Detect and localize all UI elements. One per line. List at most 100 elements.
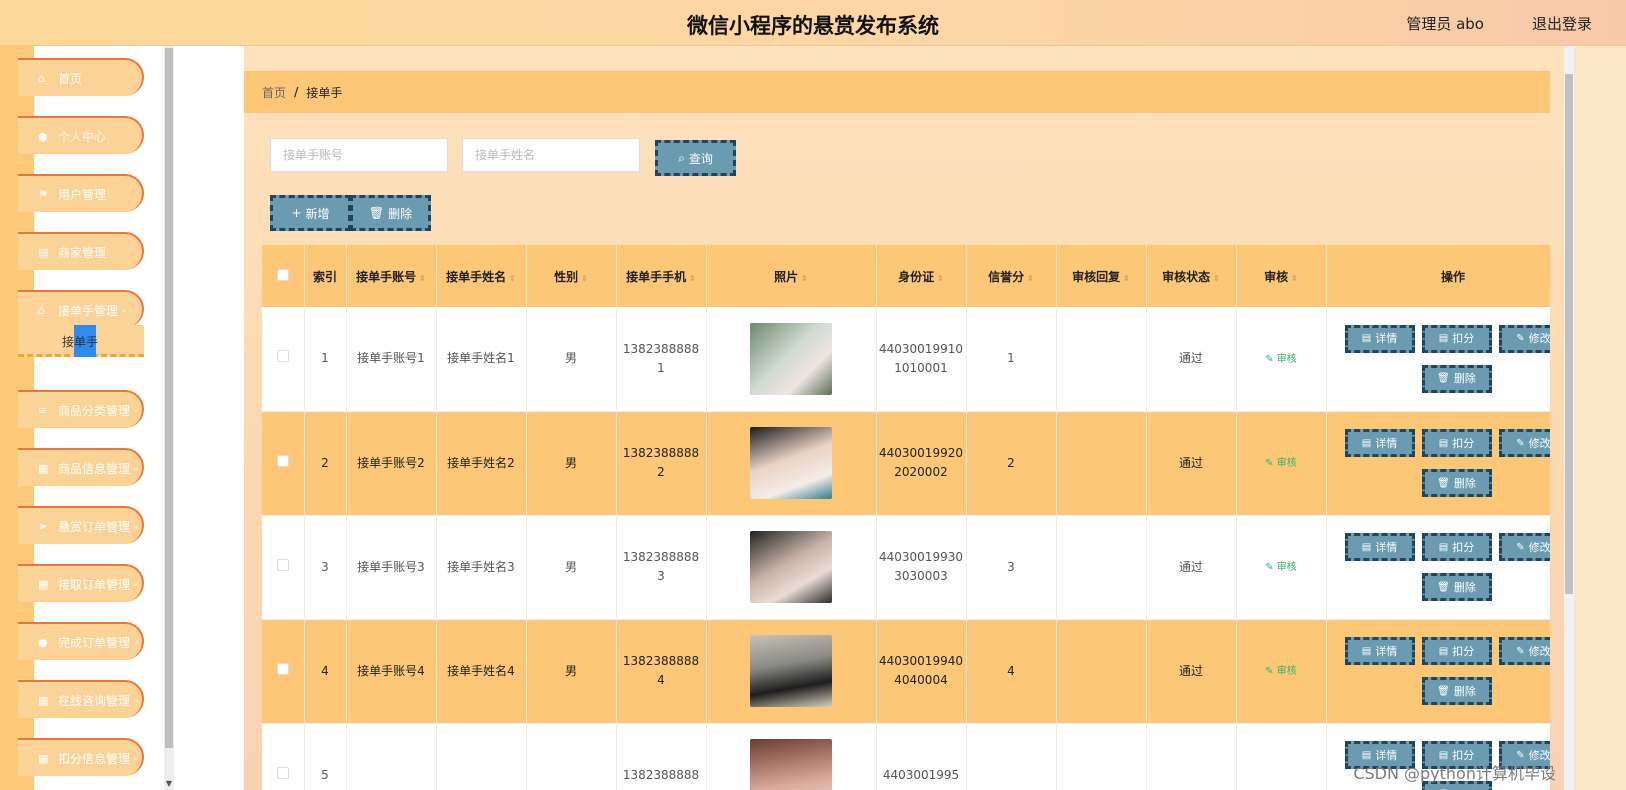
row-select-cell[interactable] <box>262 619 305 724</box>
detail-button[interactable]: ▤ 详情 <box>1344 324 1415 353</box>
edit-button[interactable]: ✎ 修改 <box>1498 429 1550 457</box>
picker-photo[interactable] <box>750 427 832 499</box>
main-scrollbar[interactable] <box>1564 46 1574 790</box>
sort-icon[interactable]: ⇕ <box>801 274 808 283</box>
cell-id_card: 440300199303030003 <box>876 515 967 620</box>
cell-text: 接单手姓名1 <box>447 351 515 366</box>
cell-review <box>1236 723 1327 790</box>
sidebar-item-11[interactable]: ▦ 在线咨询管理 ⌄ <box>18 680 144 718</box>
sort-icon[interactable]: ⇕ <box>1291 274 1298 283</box>
edit-button[interactable]: ✎ 修改 <box>1498 533 1550 561</box>
detail-button[interactable]: ▤ 详情 <box>1344 533 1415 561</box>
row-select-cell[interactable] <box>262 411 305 516</box>
sidebar-item-8[interactable]: ➤ 悬赏订单管理 ⌄ <box>18 506 144 544</box>
column-header-8[interactable]: 信誉分 ⇕ <box>966 245 1057 307</box>
table-header-row: 索引 接单手账号 ⇕ 接单手姓名 ⇕ 性别 ⇕ 接单手手机 ⇕ 照片 ⇕ 身份证 ⇕ 信誉分 ⇕ 审核回复 ⇕ 审… <box>262 245 1550 307</box>
row-checkbox[interactable] <box>276 454 289 467</box>
picker-photo[interactable] <box>750 739 832 790</box>
scroll-down-icon[interactable]: ▼ <box>164 779 174 788</box>
add-button[interactable]: + 新增 <box>270 195 351 231</box>
sidebar-item-4[interactable]: ▤ 商家管理 <box>18 232 144 270</box>
column-header-7[interactable]: 身份证 ⇕ <box>876 245 967 307</box>
review-link[interactable]: ✎ 审核 <box>1265 354 1297 365</box>
column-header-11[interactable]: 审核 ⇕ <box>1236 245 1327 307</box>
picker-photo[interactable] <box>750 635 832 707</box>
sidebar-item-5[interactable]: ⌂ 接单手管理 ⌄ <box>18 290 144 328</box>
column-header-2[interactable]: 接单手账号 ⇕ <box>346 245 437 307</box>
sort-icon[interactable]: ⇕ <box>509 274 516 283</box>
sidebar-item-1[interactable]: ⌂ 首页 <box>18 58 144 96</box>
column-header-9[interactable]: 审核回复 ⇕ <box>1056 245 1147 307</box>
edit-button[interactable]: ✎ 修改 <box>1498 637 1550 665</box>
sidebar-item-2[interactable]: ● 个人中心 <box>18 116 144 154</box>
cell-gender: 男 <box>526 307 617 412</box>
deduct-button[interactable]: ▤ 扣分 <box>1421 324 1492 353</box>
select-all-checkbox[interactable] <box>276 268 289 281</box>
cell-text: 440300199404040004 <box>879 654 963 687</box>
detail-button[interactable]: ▤ 详情 <box>1344 429 1415 457</box>
column-header-5[interactable]: 接单手手机 ⇕ <box>616 245 707 307</box>
row-delete-button[interactable]: 🗑删除 <box>1421 469 1492 497</box>
sort-icon[interactable]: ⇕ <box>689 274 696 283</box>
row-delete-button[interactable]: 🗑删除 <box>1421 364 1492 393</box>
sort-icon[interactable]: ⇕ <box>1213 274 1220 283</box>
row-delete-button[interactable]: 🗑删除 <box>1421 573 1492 601</box>
column-header-label: 照片 <box>774 269 799 284</box>
deduct-button[interactable]: ▤ 扣分 <box>1421 429 1492 457</box>
review-link[interactable]: ✎ 审核 <box>1265 458 1297 469</box>
sort-icon[interactable]: ⇕ <box>1123 274 1130 283</box>
sidebar-scrollbar[interactable]: ▼ <box>164 46 174 790</box>
deduct-button[interactable]: ▤ 扣分 <box>1421 533 1492 561</box>
sort-icon[interactable]: ⇕ <box>419 274 426 283</box>
cell-index: 1 <box>304 307 347 412</box>
review-link-label: 审核 <box>1276 666 1297 677</box>
column-header-6[interactable]: 照片 ⇕ <box>706 245 877 307</box>
cell-text: 接单手账号3 <box>357 559 425 574</box>
sort-icon[interactable]: ⇕ <box>581 274 588 283</box>
detail-button[interactable]: ▤ 详情 <box>1344 637 1415 665</box>
sidebar-item-7[interactable]: ▦ 商品信息管理 ⌄ <box>18 448 144 486</box>
review-link[interactable]: ✎ 审核 <box>1265 666 1297 677</box>
column-header-label: 身份证 <box>898 269 935 284</box>
column-header-3[interactable]: 接单手姓名 ⇕ <box>436 245 527 307</box>
batch-delete-button[interactable]: 🗑 删除 <box>350 195 431 231</box>
row-checkbox[interactable] <box>276 766 289 779</box>
cell-gender: 男 <box>526 411 617 516</box>
row-select-cell[interactable] <box>262 307 305 412</box>
column-header-label: 操作 <box>1440 269 1465 284</box>
select-all-cell[interactable] <box>262 245 305 307</box>
name-search-input[interactable]: 接单手姓名 <box>462 138 640 172</box>
breadcrumb-home[interactable]: 首页 <box>262 84 286 101</box>
cell-phone: 13823888881 <box>616 307 707 412</box>
row-select-cell[interactable] <box>262 515 305 620</box>
logout-link[interactable]: 退出登录 <box>1532 13 1592 34</box>
sidebar-item-9[interactable]: ▦ 接取订单管理 ⌄ <box>18 564 144 602</box>
picker-photo[interactable] <box>750 531 832 603</box>
deduct-button[interactable]: ▤ 扣分 <box>1421 637 1492 665</box>
grid-icon: ▦ <box>38 751 49 765</box>
picker-photo[interactable] <box>750 322 832 395</box>
sidebar-scroll-thumb[interactable] <box>165 48 173 748</box>
cell-text: 1382388888 <box>622 767 700 782</box>
review-link[interactable]: ✎ 审核 <box>1265 562 1297 573</box>
account-search-input[interactable]: 接单手账号 <box>270 138 448 172</box>
row-checkbox[interactable] <box>276 558 289 571</box>
submenu-item-pickers[interactable]: 接单手 <box>18 325 144 357</box>
sidebar-item-6[interactable]: ≡ 商品分类管理 ⌄ <box>18 390 144 428</box>
sidebar-item-10[interactable]: ● 完成订单管理 ⌄ <box>18 622 144 660</box>
sort-icon[interactable]: ⇕ <box>1027 274 1034 283</box>
row-select-cell[interactable] <box>262 723 305 790</box>
edit-button[interactable]: ✎ 修改 <box>1498 324 1550 353</box>
sort-icon[interactable]: ⇕ <box>937 274 944 283</box>
breadcrumb: 首页 / 接单手 <box>244 71 1550 113</box>
sidebar-item-3[interactable]: ⚑ 用户管理 <box>18 174 144 212</box>
sidebar-item-12[interactable]: ▦ 扣分信息管理 ⌄ <box>18 738 144 776</box>
row-delete-button[interactable]: 🗑删除 <box>1421 677 1492 705</box>
row-checkbox[interactable] <box>276 350 289 363</box>
review-link-label: 审核 <box>1276 562 1297 573</box>
column-header-10[interactable]: 审核状态 ⇕ <box>1146 245 1237 307</box>
row-checkbox[interactable] <box>276 662 289 675</box>
main-scroll-thumb[interactable] <box>1565 74 1573 594</box>
query-button[interactable]: ⌕ 查询 <box>655 140 736 176</box>
column-header-4[interactable]: 性别 ⇕ <box>526 245 617 307</box>
